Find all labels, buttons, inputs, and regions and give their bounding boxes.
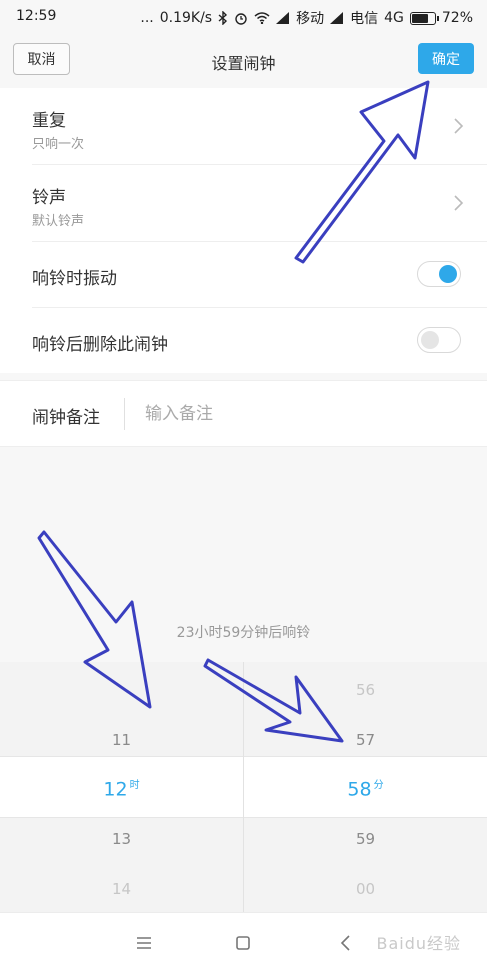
status-right: ... 0.19K/s 移动 电信 4G 72% bbox=[140, 8, 473, 28]
home-icon[interactable] bbox=[233, 933, 253, 953]
minute-unit: 分 bbox=[373, 780, 384, 791]
menu-icon[interactable] bbox=[134, 933, 154, 953]
hour-option[interactable]: 11 bbox=[0, 731, 243, 749]
delete-after-ring-toggle[interactable] bbox=[417, 327, 461, 353]
alarm-icon bbox=[234, 10, 248, 26]
settings-list: 重复 只响一次 铃声 默认铃声 响铃时振动 响铃后删除此闹钟 bbox=[0, 88, 487, 373]
carrier-2: 电信 bbox=[350, 11, 379, 27]
network-type: 4G bbox=[384, 10, 404, 26]
delete-after-ring-row: 响铃后删除此闹钟 bbox=[32, 308, 487, 373]
alarm-note-row: 闹钟备注 bbox=[0, 380, 487, 447]
countdown-text: 23小时59分钟后响铃 bbox=[176, 625, 311, 641]
minute-option[interactable]: 57 bbox=[244, 731, 487, 749]
signal-icon-2 bbox=[330, 10, 344, 26]
baidu-watermark: Baidu经验 bbox=[376, 934, 461, 953]
hour-option[interactable]: 14 bbox=[0, 880, 243, 898]
status-time: 12:59 bbox=[16, 8, 57, 24]
carrier-1: 移动 bbox=[296, 11, 325, 27]
minute-selected-value: 58 bbox=[347, 778, 372, 801]
ringtone-value: 默认铃声 bbox=[32, 214, 85, 229]
status-bar: 12:59 ... 0.19K/s 移动 电信 4G 72% bbox=[0, 0, 487, 34]
alarm-note-label: 闹钟备注 bbox=[32, 408, 100, 428]
minute-option[interactable]: 56 bbox=[244, 681, 487, 699]
back-icon[interactable] bbox=[336, 933, 356, 953]
minute-option-selected[interactable]: 58 分 bbox=[244, 776, 487, 800]
header-bar: 取消 设置闹钟 确定 bbox=[0, 34, 487, 89]
bluetooth-icon bbox=[218, 10, 228, 26]
battery-icon bbox=[409, 11, 439, 25]
status-dots: ... bbox=[140, 10, 154, 26]
battery-percent: 72% bbox=[441, 10, 473, 26]
chevron-right-icon bbox=[454, 195, 464, 211]
hour-unit: 时 bbox=[129, 780, 140, 791]
status-speed: 0.19K/s bbox=[159, 10, 213, 26]
wifi-icon bbox=[254, 10, 270, 26]
page-title: 设置闹钟 bbox=[211, 54, 276, 73]
toggle-knob bbox=[439, 265, 457, 283]
ringtone-title: 铃声 bbox=[32, 188, 66, 208]
hour-selected-value: 12 bbox=[103, 778, 128, 801]
confirm-button[interactable]: 确定 bbox=[418, 43, 474, 74]
time-picker: 11 12 时 13 14 56 57 58 分 59 00 bbox=[0, 662, 487, 912]
vibrate-label: 响铃时振动 bbox=[32, 269, 117, 289]
repeat-row[interactable]: 重复 只响一次 bbox=[32, 88, 487, 165]
repeat-value: 只响一次 bbox=[32, 137, 85, 152]
note-divider bbox=[124, 398, 125, 430]
minute-option[interactable]: 00 bbox=[244, 880, 487, 898]
vibrate-toggle[interactable] bbox=[417, 261, 461, 287]
minute-wheel[interactable]: 56 57 58 分 59 00 bbox=[244, 662, 487, 912]
ringtone-row[interactable]: 铃声 默认铃声 bbox=[32, 165, 487, 242]
hour-wheel[interactable]: 11 12 时 13 14 bbox=[0, 662, 243, 912]
hour-option[interactable]: 13 bbox=[0, 830, 243, 848]
vibrate-row: 响铃时振动 bbox=[32, 242, 487, 308]
toggle-knob bbox=[421, 331, 439, 349]
signal-icon-1 bbox=[276, 10, 290, 26]
hour-option-selected[interactable]: 12 时 bbox=[0, 776, 243, 800]
minute-option[interactable]: 59 bbox=[244, 830, 487, 848]
chevron-right-icon bbox=[454, 118, 464, 134]
alarm-note-input[interactable] bbox=[143, 399, 447, 429]
delete-after-ring-label: 响铃后删除此闹钟 bbox=[32, 335, 168, 355]
repeat-title: 重复 bbox=[32, 111, 66, 131]
